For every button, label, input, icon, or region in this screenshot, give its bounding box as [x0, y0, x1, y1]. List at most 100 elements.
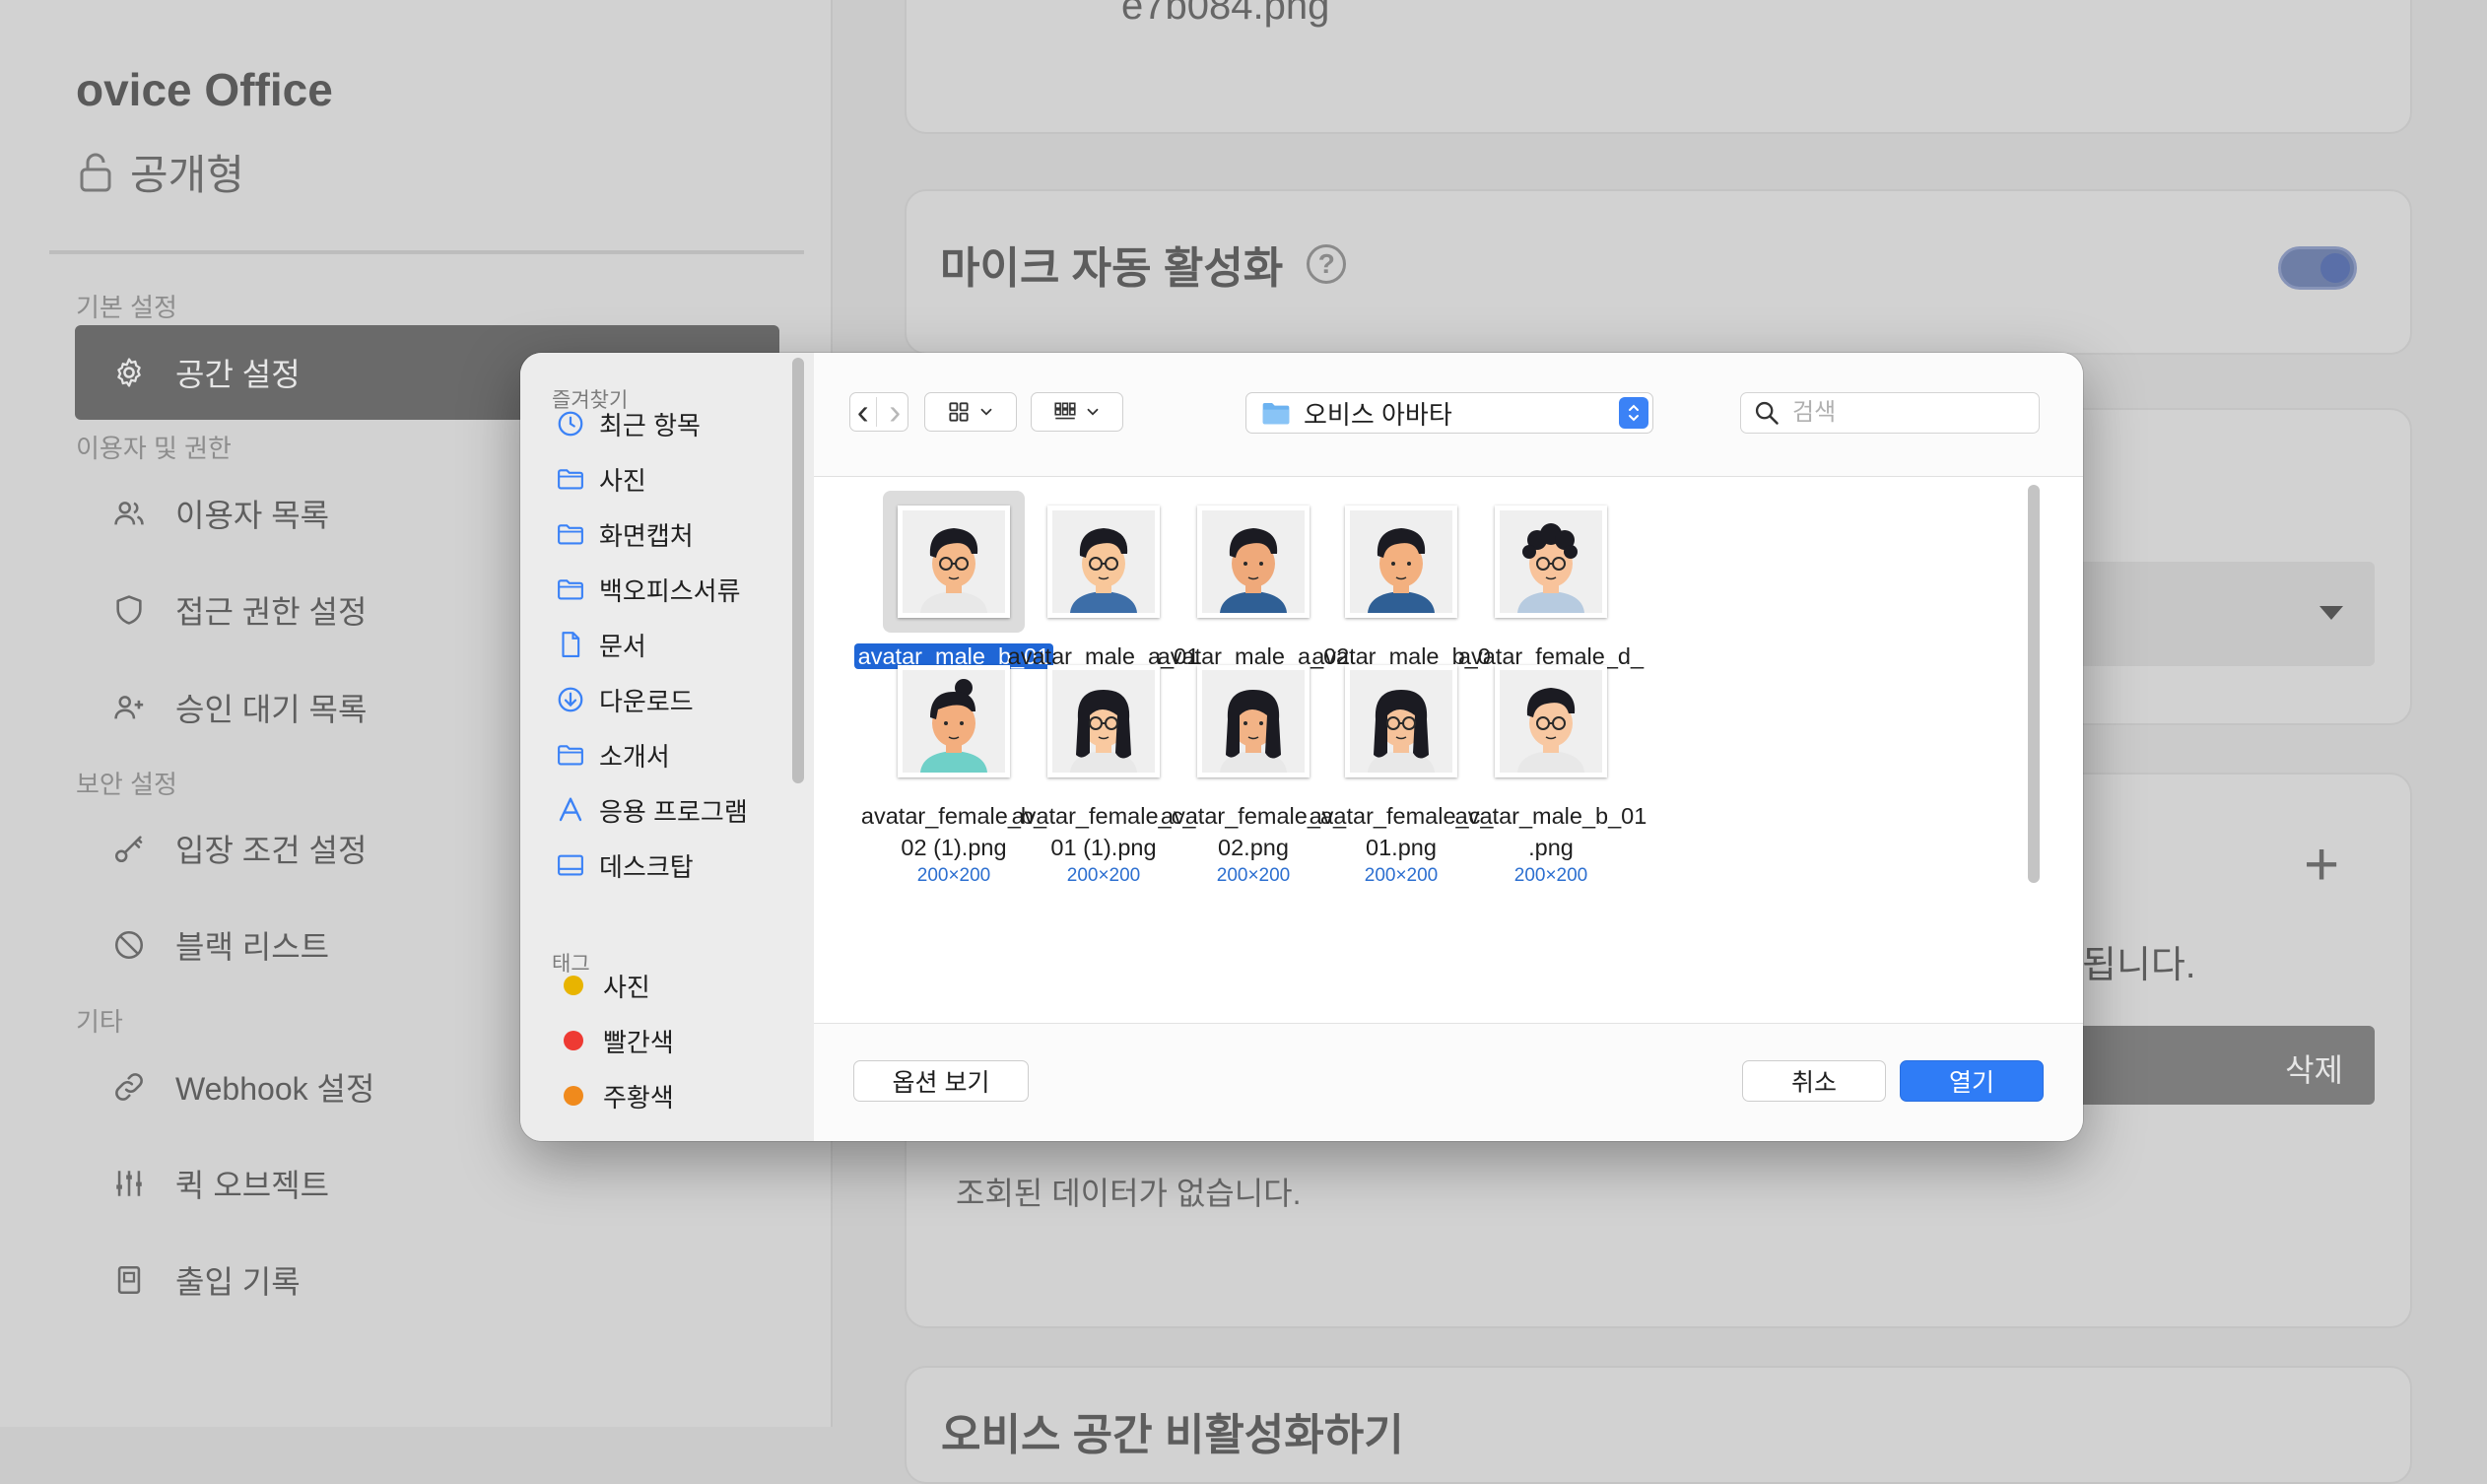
sliders-icon: [116, 1171, 142, 1196]
file-open-dialog: 즐겨찾기 최근 항목 사진 화면캡처 백오피스서류 문서 다운로드 소개서 응용…: [520, 353, 2083, 1141]
section-other: 기타: [76, 1007, 123, 1037]
view-mode-button[interactable]: [924, 392, 1017, 432]
key-icon: [114, 836, 143, 863]
tag-item[interactable]: 빨간색: [556, 1019, 674, 1062]
sidebar-item-label: 최근 항목: [599, 410, 701, 440]
sidebar-item-label: 승인 대기 목록: [175, 692, 368, 727]
avatar-thumbnail-icon: [1052, 510, 1155, 613]
file-grid-scrollbar[interactable]: [2028, 485, 2040, 883]
file-name-line: avatar_male_b_01: [1454, 803, 1647, 829]
sidebar-item-label: 데스크탑: [599, 851, 694, 882]
background-filename: e7b084.png: [1121, 0, 1330, 28]
cancel-button[interactable]: 취소: [1742, 1060, 1886, 1102]
avatar-thumbnail-icon: [1350, 670, 1452, 773]
section-security: 보안 설정: [76, 770, 177, 799]
file-name-line: 02.png: [1218, 835, 1289, 860]
thumbnail-frame: [1480, 650, 1622, 792]
forward-button[interactable]: ›: [883, 394, 908, 430]
show-options-button[interactable]: 옵션 보기: [853, 1060, 1029, 1102]
folder-icon: [558, 745, 583, 766]
sidebar-item-label: Webhook 설정: [175, 1071, 375, 1107]
search-input[interactable]: [1790, 398, 2021, 428]
sidebar-item-label: 퀵 오브젝트: [175, 1168, 330, 1203]
shield-icon: [116, 595, 142, 625]
avatar-thumbnail-icon: [1500, 510, 1602, 613]
unlock-icon: [80, 153, 111, 191]
folder-path-select[interactable]: 오비스 아바타: [1245, 392, 1653, 434]
thumbnail: [1495, 665, 1607, 777]
nav-buttons: ‹ ›: [849, 392, 908, 432]
table-header: 삭제: [2069, 1026, 2375, 1105]
sidebar-item-applications[interactable]: 응용 프로그램: [556, 788, 748, 832]
mic-auto-title: 마이크 자동 활성화 ?: [940, 233, 1347, 296]
tag-item[interactable]: 주황색: [556, 1074, 674, 1117]
avatar-thumbnail-icon: [903, 670, 1005, 773]
mic-auto-label: 마이크 자동 활성화: [940, 244, 1284, 293]
block-icon: [114, 930, 144, 960]
group-by-button[interactable]: [1031, 392, 1123, 432]
section-basic: 기본 설정: [76, 293, 177, 322]
sidebar-item-photos[interactable]: 사진: [556, 457, 646, 501]
add-icon[interactable]: +: [2304, 830, 2339, 900]
sidebar-item-label: 이용자 목록: [175, 498, 330, 533]
sidebar-item-label: 입장 조건 설정: [175, 833, 368, 868]
sidebar-item-label: 블랙 리스트: [175, 929, 330, 965]
section-users: 이용자 및 권한: [76, 434, 232, 463]
grid-view-icon: [949, 402, 969, 422]
dialog-sidebar: 즐겨찾기 최근 항목 사진 화면캡처 백오피스서류 문서 다운로드 소개서 응용…: [520, 353, 815, 1141]
avatar-thumbnail-icon: [1350, 510, 1452, 613]
users-icon: [114, 502, 144, 525]
back-button[interactable]: ‹: [850, 394, 877, 430]
current-folder-label: 오비스 아바타: [1304, 399, 1452, 430]
dialog-footer: 옵션 보기 취소 열기: [814, 1023, 2083, 1141]
sidebar-item-backoffice-docs[interactable]: 백오피스서류: [556, 568, 741, 611]
delete-column-header: 삭제: [2285, 1052, 2343, 1088]
mic-auto-toggle[interactable]: [2278, 246, 2357, 290]
document-icon: [562, 632, 580, 657]
download-icon: [558, 687, 583, 712]
sidebar-item-label: 화면캡처: [599, 520, 694, 551]
tag-yellow-icon: [564, 976, 583, 995]
stepper-icon: [1619, 397, 1648, 429]
sidebar-item-recent[interactable]: 최근 항목: [556, 402, 701, 445]
folder-icon: [558, 469, 583, 490]
applications-icon: [559, 797, 582, 822]
tag-item[interactable]: 사진: [556, 964, 650, 1007]
sidebar-scrollbar[interactable]: [792, 358, 804, 783]
sidebar-item-downloads[interactable]: 다운로드: [556, 678, 694, 721]
sidebar-item-quick-objects[interactable]: 퀵 오브젝트: [75, 1136, 779, 1231]
sidebar-item-label: 공간 설정: [175, 357, 301, 392]
help-icon[interactable]: ?: [1307, 244, 1347, 284]
deactivate-title: 오비스 공간 비활성화하기: [941, 1411, 1404, 1459]
sidebar-item-entry-log[interactable]: 출입 기록: [75, 1233, 779, 1327]
avatar-thumbnail-icon: [1052, 670, 1155, 773]
sidebar-item-label: 접근 권한 설정: [175, 594, 368, 630]
sidebar-item-label: 사진: [599, 465, 646, 496]
file-name-line: 01.png: [1366, 835, 1437, 860]
dialog-toolbar: ‹ › 오비스 아바타: [814, 353, 2083, 477]
link-icon: [115, 1073, 143, 1101]
clock-icon: [558, 411, 583, 437]
sidebar-item-desktop[interactable]: 데스크탑: [556, 843, 694, 887]
sidebar-item-intro[interactable]: 소개서: [556, 733, 670, 776]
file-name: avatar_male_b_01 .png: [1439, 800, 1663, 863]
open-button[interactable]: 열기: [1900, 1060, 2044, 1102]
workspace-title: ovice Office: [76, 64, 333, 115]
file-name-line: .png: [1528, 835, 1574, 860]
tag-label: 주황색: [603, 1082, 674, 1113]
thumbnail: [1495, 506, 1607, 618]
search-box[interactable]: [1740, 392, 2040, 434]
card-mic-auto: 마이크 자동 활성화 ?: [905, 189, 2412, 355]
thumbnail-frame: [1480, 491, 1622, 633]
tag-red-icon: [564, 1031, 583, 1050]
avatar-thumbnail-icon: [903, 510, 1005, 613]
sidebar-item-screenshots[interactable]: 화면캡처: [556, 512, 694, 556]
sidebar-item-label: 문서: [599, 631, 646, 661]
file-item[interactable]: avatar_male_b_01 .png 200×200: [1439, 650, 1663, 887]
sidebar-item-label: 다운로드: [599, 686, 694, 716]
chevron-down-icon: [1087, 408, 1099, 416]
group-grid-icon: [1054, 402, 1076, 420]
search-icon: [1755, 401, 1779, 425]
avatar-thumbnail-icon: [1500, 670, 1602, 773]
sidebar-item-documents[interactable]: 문서: [556, 623, 646, 666]
